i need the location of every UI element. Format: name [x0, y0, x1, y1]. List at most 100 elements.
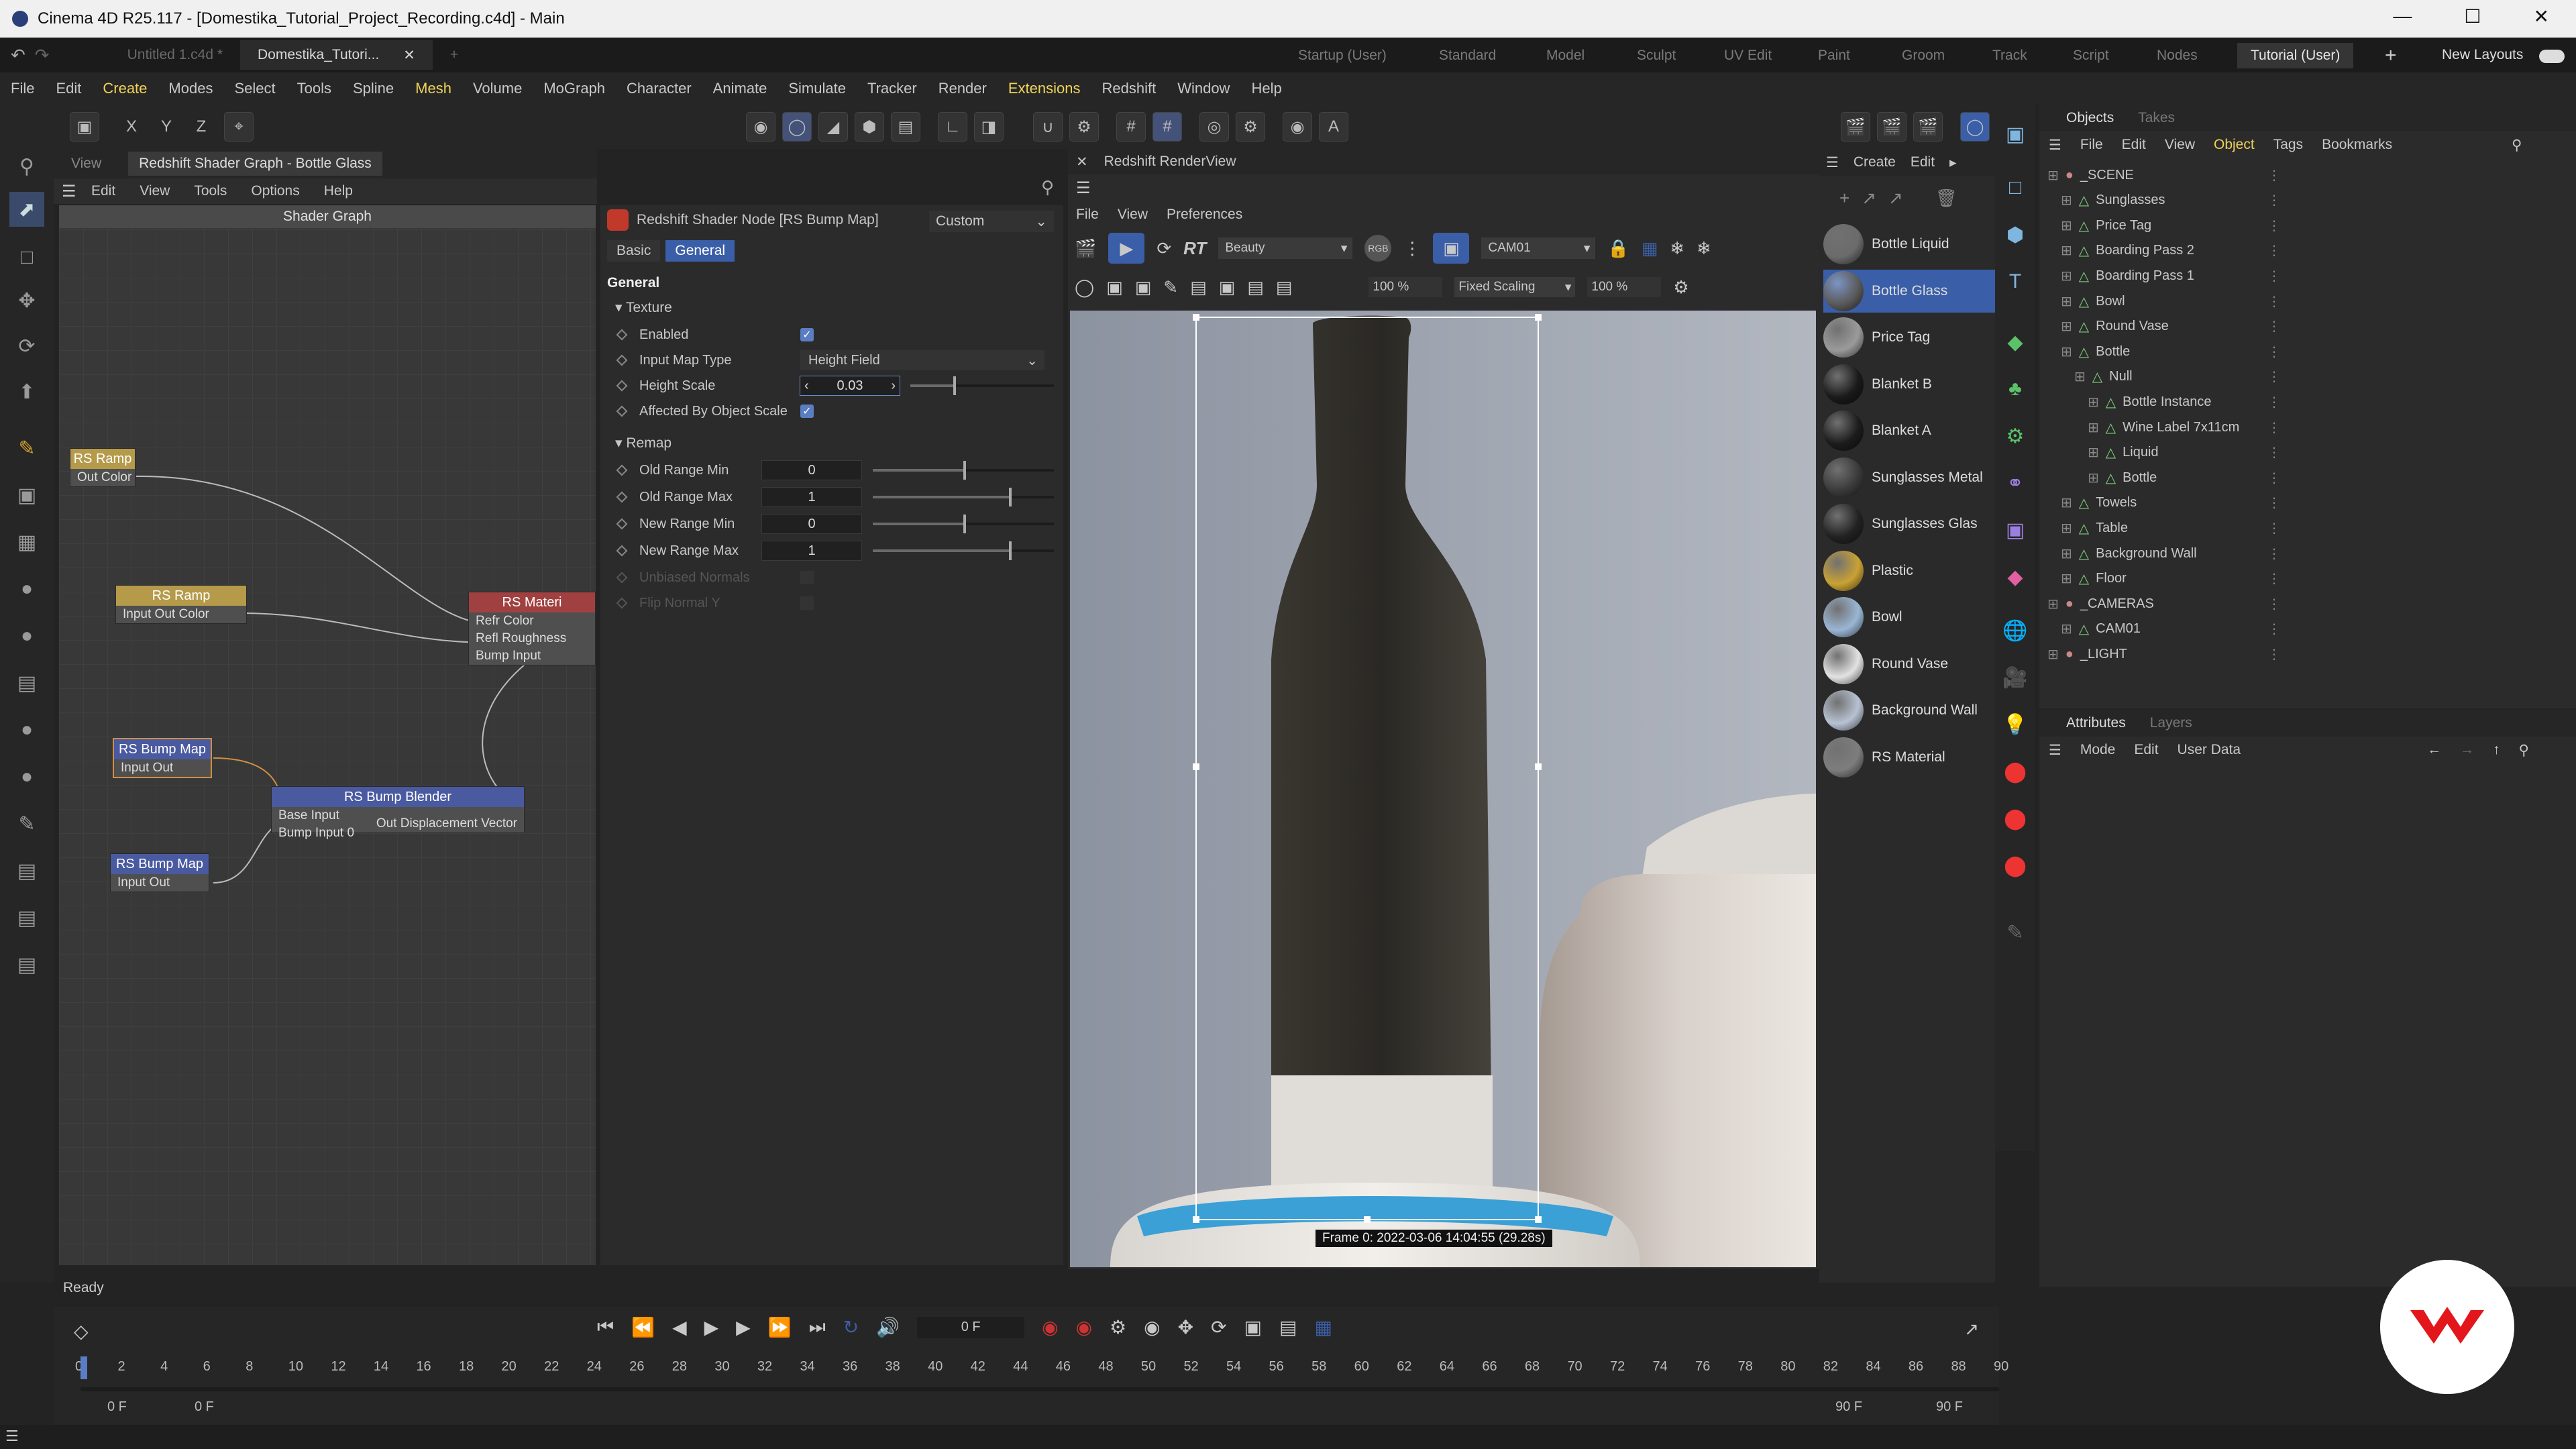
rv-menu-file[interactable]: File: [1076, 207, 1099, 223]
visibility-toggle[interactable]: ⋮: [2267, 217, 2281, 234]
deformer-icon[interactable]: ⚙: [1999, 420, 2031, 452]
pv-icon[interactable]: ▤: [1247, 277, 1264, 298]
expand-icon[interactable]: ⊞: [2061, 570, 2072, 587]
expand-icon[interactable]: ⊞: [2061, 621, 2072, 637]
rs-camera-icon[interactable]: ⬤: [1999, 802, 2031, 835]
start-frame-label[interactable]: 0 F: [107, 1399, 127, 1415]
new-range-max-field[interactable]: 1: [761, 541, 862, 561]
menu-extensions[interactable]: Extensions: [1008, 80, 1081, 97]
menu-render[interactable]: Render: [938, 80, 987, 97]
expand-icon[interactable]: ⊞: [2047, 646, 2059, 663]
freeze-icon[interactable]: ❄: [1670, 238, 1684, 259]
node-rs-ramp-2[interactable]: RS Ramp Input Out Color: [115, 585, 247, 624]
polygons-mode-icon[interactable]: ◢: [818, 112, 848, 142]
prev-frame-icon[interactable]: ◀: [672, 1316, 687, 1338]
menu-help[interactable]: Help: [1251, 80, 1281, 97]
keyframe-diamond-icon[interactable]: [616, 354, 628, 366]
polygon-pen-icon[interactable]: ▣: [9, 478, 44, 513]
grid-dots-icon[interactable]: ⋮: [1403, 238, 1421, 259]
search-icon[interactable]: ⚲: [2512, 137, 2522, 154]
rs-light-icon[interactable]: ⬤: [1999, 755, 2031, 788]
solo-icon[interactable]: ◎: [1199, 112, 1229, 142]
expand-icon[interactable]: ⊞: [2061, 192, 2072, 209]
auto-key-icon[interactable]: A: [1319, 112, 1348, 142]
node-rs-material[interactable]: RS Materi Refr Color Refl Roughness Bump…: [468, 592, 596, 665]
tab-basic[interactable]: Basic: [607, 240, 661, 262]
pencil-icon[interactable]: ✎: [1999, 916, 2031, 949]
new-layouts-label[interactable]: New Layouts: [2442, 47, 2523, 63]
material-item[interactable]: Bottle Glass: [1823, 269, 1995, 313]
scale-key-icon[interactable]: ▣: [1244, 1316, 1262, 1338]
move-key-icon[interactable]: ✥: [1178, 1316, 1193, 1338]
new-range-min-slider[interactable]: [873, 515, 1054, 533]
fit-icon[interactable]: ▣: [1106, 277, 1123, 298]
search-icon[interactable]: ⚲: [2519, 742, 2529, 759]
obj-menu-file[interactable]: File: [2080, 137, 2103, 153]
keyframe-settings-icon[interactable]: ⚙: [1110, 1316, 1126, 1338]
snap-icon[interactable]: ∪: [1033, 112, 1063, 142]
object-row[interactable]: ⊞ △ Table ⋮: [2039, 515, 2576, 541]
material-item[interactable]: Price Tag: [1823, 316, 1995, 359]
sg-menu-edit[interactable]: Edit: [91, 183, 115, 199]
visibility-toggle[interactable]: ⋮: [2267, 545, 2281, 562]
obj-menu-bookmarks[interactable]: Bookmarks: [2322, 137, 2392, 153]
obj-menu-object[interactable]: Object: [2214, 137, 2255, 153]
trash-icon[interactable]: 🗑: [1935, 188, 1957, 209]
render-start-icon[interactable]: ▶: [1108, 233, 1145, 264]
visibility-toggle[interactable]: ⋮: [2267, 646, 2281, 663]
visibility-toggle[interactable]: ⋮: [2267, 192, 2281, 209]
material-item[interactable]: Sunglasses Glas: [1823, 502, 1995, 545]
add-icon[interactable]: +: [1839, 188, 1849, 209]
object-row[interactable]: ⊞ △ Background Wall ⋮: [2039, 541, 2576, 566]
go-to-end-icon[interactable]: ⏭: [809, 1316, 826, 1338]
zoom-field[interactable]: 100 %: [1368, 277, 1443, 297]
select-rect-icon[interactable]: □: [9, 240, 44, 275]
layout-script[interactable]: Script: [2059, 43, 2123, 68]
object-row[interactable]: ⊞ ● _CAMERAS ⋮: [2039, 591, 2576, 616]
grid-icon[interactable]: #: [1116, 112, 1146, 142]
search-icon[interactable]: ⚲: [9, 149, 44, 184]
expand-icon[interactable]: ⊞: [2088, 444, 2099, 461]
keyframe-diamond-icon[interactable]: [616, 518, 628, 530]
minimize-icon[interactable]: —: [2393, 5, 2412, 28]
visibility-toggle[interactable]: ⋮: [2267, 621, 2281, 637]
points-mode-icon[interactable]: ◉: [746, 112, 775, 142]
menu-create[interactable]: Create: [103, 80, 147, 97]
environment-icon[interactable]: 🌐: [1999, 614, 2031, 647]
expand-icon[interactable]: ⊞: [2061, 343, 2072, 360]
render-view-icon[interactable]: 🎬: [1841, 112, 1870, 142]
visibility-toggle[interactable]: ⋮: [2267, 242, 2281, 259]
keyframe-diamond-icon[interactable]: [616, 405, 628, 417]
menu-modes[interactable]: Modes: [168, 80, 213, 97]
material-item[interactable]: Blanket B: [1823, 363, 1995, 406]
object-row[interactable]: ⊞ △ Sunglasses ⋮: [2039, 188, 2576, 213]
tab-attributes[interactable]: Attributes: [2066, 715, 2126, 731]
object-row[interactable]: ⊞ △ Liquid ⋮: [2039, 440, 2576, 466]
weld-icon[interactable]: ▤: [9, 900, 44, 935]
mat-menu-edit[interactable]: Edit: [1911, 154, 1935, 170]
old-range-max-field[interactable]: 1: [761, 487, 862, 507]
menu-tracker[interactable]: Tracker: [867, 80, 917, 97]
start-frame-label-2[interactable]: 0 F: [195, 1399, 214, 1415]
edges-mode-icon[interactable]: ◯: [782, 112, 812, 142]
timeline-track[interactable]: [80, 1387, 1999, 1391]
visibility-toggle[interactable]: ⋮: [2267, 368, 2281, 385]
visibility-toggle[interactable]: ⋮: [2267, 268, 2281, 284]
playhead[interactable]: [80, 1356, 87, 1379]
hamburger-icon[interactable]: ☰: [5, 1428, 19, 1445]
attr-menu-user-data[interactable]: User Data: [2178, 742, 2241, 758]
sg-menu-help[interactable]: Help: [324, 183, 353, 199]
visibility-toggle[interactable]: ⋮: [2267, 470, 2281, 486]
tab-general[interactable]: General: [665, 240, 735, 262]
add-layout-icon[interactable]: +: [2385, 44, 2397, 67]
spline-icon[interactable]: ⚭: [1999, 467, 2031, 499]
obj-menu-edit[interactable]: Edit: [2122, 137, 2146, 153]
multi-grid-icon[interactable]: ▦: [1642, 238, 1658, 259]
snapshot-icon[interactable]: ▣: [1219, 277, 1236, 298]
menu-edit[interactable]: Edit: [56, 80, 81, 97]
menu-mograph[interactable]: MoGraph: [543, 80, 605, 97]
cloner-icon[interactable]: ♣: [1999, 373, 2031, 405]
menu-volume[interactable]: Volume: [473, 80, 522, 97]
arrow-icon-2[interactable]: ↗: [1888, 188, 1903, 209]
rotate-key-icon[interactable]: ⟳: [1211, 1316, 1226, 1338]
